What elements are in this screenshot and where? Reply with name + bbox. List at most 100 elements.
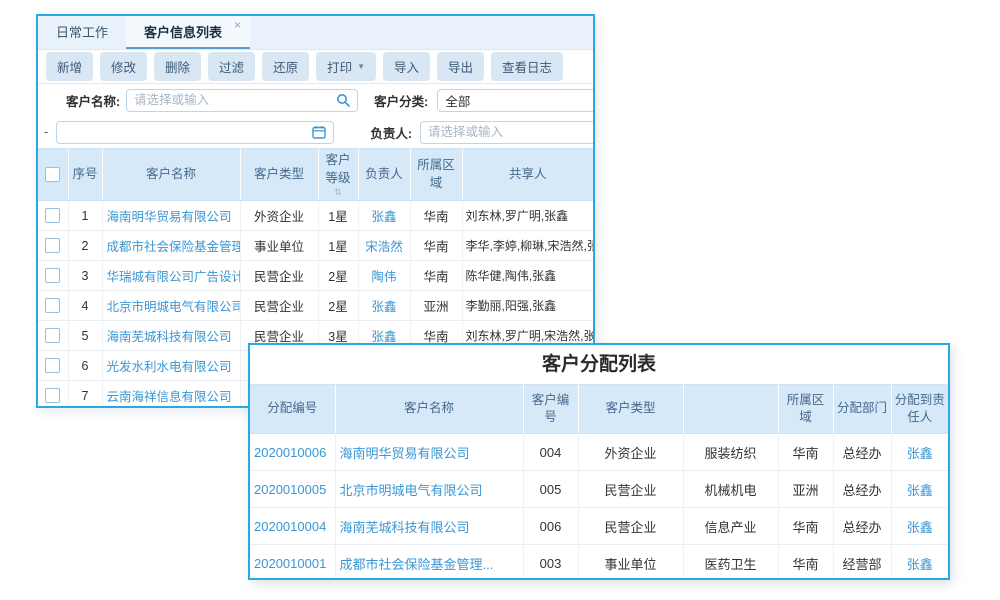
delete-button[interactable]: 删除: [154, 52, 201, 81]
table-row[interactable]: 2020010001 成都市社会保险基金管理... 003 事业单位 医药卫生 …: [250, 545, 948, 581]
row-checkbox[interactable]: [45, 208, 60, 223]
customer-type: 民营企业: [578, 471, 683, 508]
col-header-shared: 共享人: [462, 149, 593, 201]
owner-link[interactable]: 陶伟: [371, 270, 396, 284]
customer-type: 事业单位: [578, 545, 683, 581]
customer-level: 2星: [318, 291, 358, 321]
row-checkbox[interactable]: [45, 388, 60, 403]
customer-allocation-window: 客户分配列表 分配编号 客户名称 客户编号 客户类型 所属区域 分配部门 分配到…: [248, 343, 950, 580]
export-button[interactable]: 导出: [437, 52, 484, 81]
customer-name-field[interactable]: [134, 93, 336, 107]
table-row[interactable]: 2020010005 北京市明城电气有限公司 005 民营企业 机械机电 亚洲 …: [250, 471, 948, 508]
customer-name-link[interactable]: 海南明华贸易有限公司: [107, 210, 232, 224]
table-row[interactable]: 2020010006 海南明华贸易有限公司 004 外资企业 服装纺织 华南 总…: [250, 434, 948, 471]
sort-icon[interactable]: ⇅: [322, 188, 355, 197]
customer-name-link[interactable]: 华瑞城有限公司广告设计部: [107, 270, 241, 284]
table-row[interactable]: 1 海南明华贸易有限公司 外资企业 1星 张鑫 华南 刘东林,罗广明,张鑫: [38, 201, 593, 231]
assignee-link[interactable]: 张鑫: [907, 446, 933, 461]
customer-name-link[interactable]: 云南海祥信息有限公司: [107, 390, 232, 404]
customer-no: 006: [523, 508, 578, 545]
tab-daily-work[interactable]: 日常工作: [38, 16, 126, 49]
customer-type: 事业单位: [240, 231, 318, 261]
restore-button[interactable]: 还原: [262, 52, 309, 81]
row-no: 2: [68, 231, 102, 261]
level-label: 客户等级: [325, 153, 350, 185]
customer-no: 003: [523, 545, 578, 581]
toolbar: 新增 修改 删除 过滤 还原 打印 ▼ 导入 导出 查看日志: [38, 50, 593, 84]
shared-people: 刘东林,罗广明,张鑫: [462, 201, 593, 231]
date-field[interactable]: [64, 125, 312, 139]
assignee-link[interactable]: 张鑫: [907, 557, 933, 572]
customer-type: 外资企业: [578, 434, 683, 471]
industry: 服装纺织: [683, 434, 778, 471]
view-log-button[interactable]: 查看日志: [491, 52, 563, 81]
col-header-assignee: 分配到责任人: [891, 385, 948, 434]
col-header-customer-name: 客户名称: [335, 385, 523, 434]
owner-link[interactable]: 张鑫: [371, 300, 396, 314]
date-input[interactable]: [56, 121, 334, 144]
filter-row-1: 客户名称: 客户分类: 全部: [38, 84, 593, 116]
assignee-link[interactable]: 张鑫: [907, 483, 933, 498]
row-checkbox[interactable]: [45, 268, 60, 283]
row-no: 3: [68, 261, 102, 291]
customer-category-select[interactable]: 全部: [437, 89, 595, 112]
row-checkbox[interactable]: [45, 328, 60, 343]
edit-button[interactable]: 修改: [100, 52, 147, 81]
row-no: 5: [68, 321, 102, 351]
tab-close-icon[interactable]: ×: [234, 18, 241, 32]
customer-no: 005: [523, 471, 578, 508]
col-header-owner: 负责人: [358, 149, 410, 201]
shared-people: 李华,李婷,柳琳,宋浩然,张鑫: [462, 231, 593, 261]
alloc-no-link[interactable]: 2020010005: [254, 482, 326, 497]
table-row[interactable]: 2 成都市社会保险基金管理... 事业单位 1星 宋浩然 华南 李华,李婷,柳琳…: [38, 231, 593, 261]
customer-level: 1星: [318, 201, 358, 231]
import-button[interactable]: 导入: [383, 52, 430, 81]
dept: 经营部: [833, 545, 891, 581]
customer-name-link[interactable]: 成都市社会保险基金管理...: [340, 557, 494, 572]
customer-name-link[interactable]: 海南芜城科技有限公司: [340, 520, 470, 535]
select-all-cell: [38, 149, 68, 201]
calendar-icon[interactable]: [312, 125, 326, 139]
customer-type: 民营企业: [240, 291, 318, 321]
industry: 信息产业: [683, 508, 778, 545]
owner-input[interactable]: [420, 121, 595, 144]
tab-customer-info-list[interactable]: 客户信息列表 ×: [126, 16, 250, 49]
row-checkbox[interactable]: [45, 358, 60, 373]
customer-name-label: 客户名称:: [66, 91, 120, 110]
owner-link[interactable]: 张鑫: [371, 330, 396, 344]
row-checkbox[interactable]: [45, 238, 60, 253]
row-checkbox[interactable]: [45, 298, 60, 313]
table-row[interactable]: 4 北京市明城电气有限公司 民营企业 2星 张鑫 亚洲 李勤丽,阳强,张鑫: [38, 291, 593, 321]
print-button[interactable]: 打印 ▼: [316, 52, 376, 81]
alloc-no-link[interactable]: 2020010006: [254, 445, 326, 460]
col-header-no: 序号: [68, 149, 102, 201]
customer-name-link[interactable]: 北京市明城电气有限公司: [107, 300, 241, 314]
table-row[interactable]: 2020010004 海南芜城科技有限公司 006 民营企业 信息产业 华南 总…: [250, 508, 948, 545]
owner-link[interactable]: 宋浩然: [365, 240, 403, 254]
owner-link[interactable]: 张鑫: [371, 210, 396, 224]
tab-bar: 日常工作 客户信息列表 ×: [38, 16, 593, 50]
customer-name-link[interactable]: 北京市明城电气有限公司: [340, 483, 483, 498]
filter-row-2: - 负责人:: [38, 116, 593, 148]
region: 华南: [778, 545, 833, 581]
region: 华南: [410, 201, 462, 231]
customer-name-link[interactable]: 海南芜城科技有限公司: [107, 330, 232, 344]
customer-category-value: 全部: [445, 91, 470, 110]
col-header-customer-level[interactable]: 客户等级 ⇅: [318, 149, 358, 201]
select-all-checkbox[interactable]: [45, 167, 60, 182]
customer-name-input[interactable]: [126, 89, 358, 112]
assignee-link[interactable]: 张鑫: [907, 520, 933, 535]
customer-name-link[interactable]: 成都市社会保险基金管理...: [107, 240, 241, 254]
filter-button[interactable]: 过滤: [208, 52, 255, 81]
customer-type: 外资企业: [240, 201, 318, 231]
table-row[interactable]: 3 华瑞城有限公司广告设计部 民营企业 2星 陶伟 华南 陈华健,陶伟,张鑫: [38, 261, 593, 291]
industry: 医药卫生: [683, 545, 778, 581]
add-button[interactable]: 新增: [46, 52, 93, 81]
search-icon[interactable]: [336, 93, 350, 107]
alloc-no-link[interactable]: 2020010004: [254, 519, 326, 534]
owner-field[interactable]: [428, 125, 589, 139]
alloc-no-link[interactable]: 2020010001: [254, 556, 326, 571]
customer-name-link[interactable]: 光发水利水电有限公司: [107, 360, 232, 374]
customer-type: 民营企业: [578, 508, 683, 545]
customer-name-link[interactable]: 海南明华贸易有限公司: [340, 446, 470, 461]
